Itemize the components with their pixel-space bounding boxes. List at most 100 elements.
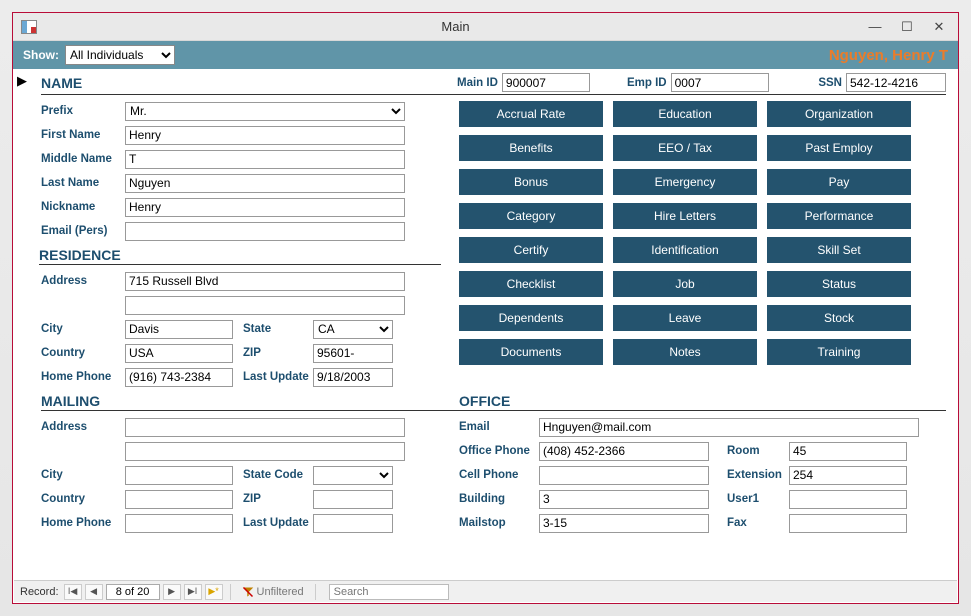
office-user1-input[interactable] <box>789 490 907 509</box>
nav-pay[interactable]: Pay <box>767 169 911 195</box>
office-building-input[interactable] <box>539 490 709 509</box>
mail-lastupdate-label: Last Update <box>233 517 313 529</box>
nav-training[interactable]: Training <box>767 339 911 365</box>
mail-statecode-select[interactable] <box>313 466 393 485</box>
main-id-group: Main ID <box>457 73 607 92</box>
record-new-button[interactable]: ▶* <box>205 584 223 600</box>
ssn-label: SSN <box>818 77 842 89</box>
nav-education[interactable]: Education <box>613 101 757 127</box>
window-controls: — ☐ ✕ <box>866 18 958 36</box>
res-zip-input[interactable] <box>313 344 393 363</box>
emp-id-input[interactable] <box>671 73 769 92</box>
nav-accrual-rate[interactable]: Accrual Rate <box>459 101 603 127</box>
nickname-label: Nickname <box>41 201 125 213</box>
emp-id-label: Emp ID <box>627 77 667 89</box>
nav-dependents[interactable]: Dependents <box>459 305 603 331</box>
nav-documents[interactable]: Documents <box>459 339 603 365</box>
titlebar: Main — ☐ ✕ <box>13 13 958 41</box>
res-address2-input[interactable] <box>125 296 405 315</box>
office-cellphone-input[interactable] <box>539 466 709 485</box>
form-content: ▶ NAME Main ID Emp ID SSN Prefix Mr. Fi <box>13 69 958 539</box>
office-column: Email Office Phone Room Cell Phone Exten… <box>459 415 946 535</box>
filter-text: Unfiltered <box>257 586 304 598</box>
res-zip-label: ZIP <box>233 347 313 359</box>
mail-zip-label: ZIP <box>233 493 313 505</box>
mail-city-label: City <box>41 469 125 481</box>
office-fax-input[interactable] <box>789 514 907 533</box>
name-section-title: NAME <box>41 75 457 91</box>
ssn-group: SSN <box>818 73 946 92</box>
office-room-label: Room <box>727 445 789 457</box>
prefix-label: Prefix <box>41 105 125 117</box>
mail-zip-input[interactable] <box>313 490 393 509</box>
res-city-label: City <box>41 323 125 335</box>
main-window: Main — ☐ ✕ Show: All Individuals Nguyen,… <box>12 12 959 604</box>
emp-id-group: Emp ID <box>627 73 787 92</box>
office-extension-input[interactable] <box>789 466 907 485</box>
mail-address2-input[interactable] <box>125 442 405 461</box>
nav-skill-set[interactable]: Skill Set <box>767 237 911 263</box>
nav-leave[interactable]: Leave <box>613 305 757 331</box>
minimize-button[interactable]: — <box>866 18 884 36</box>
nav-bonus[interactable]: Bonus <box>459 169 603 195</box>
mail-statecode-label: State Code <box>233 469 313 481</box>
mail-city-input[interactable] <box>125 466 233 485</box>
office-phone-input[interactable] <box>539 442 709 461</box>
office-mailstop-input[interactable] <box>539 514 709 533</box>
emailpers-label: Email (Pers) <box>41 225 125 237</box>
nav-benefits[interactable]: Benefits <box>459 135 603 161</box>
nav-past-employ[interactable]: Past Employ <box>767 135 911 161</box>
res-lastupdate-input[interactable] <box>313 368 393 387</box>
nav-checklist[interactable]: Checklist <box>459 271 603 297</box>
maximize-button[interactable]: ☐ <box>898 18 916 36</box>
nav-category[interactable]: Category <box>459 203 603 229</box>
emailpers-input[interactable] <box>125 222 405 241</box>
nav-performance[interactable]: Performance <box>767 203 911 229</box>
office-email-input[interactable] <box>539 418 919 437</box>
nav-stock[interactable]: Stock <box>767 305 911 331</box>
show-select[interactable]: All Individuals <box>65 45 175 65</box>
res-homephone-input[interactable] <box>125 368 233 387</box>
close-button[interactable]: ✕ <box>930 18 948 36</box>
record-last-button[interactable]: ▶I <box>184 584 202 600</box>
record-search-input[interactable] <box>329 584 449 600</box>
res-address1-input[interactable] <box>125 272 405 291</box>
nav-status[interactable]: Status <box>767 271 911 297</box>
office-room-input[interactable] <box>789 442 907 461</box>
nav-emergency[interactable]: Emergency <box>613 169 757 195</box>
record-first-button[interactable]: I◀ <box>64 584 82 600</box>
office-building-label: Building <box>459 493 539 505</box>
lastname-input[interactable] <box>125 174 405 193</box>
ssn-input[interactable] <box>846 73 946 92</box>
firstname-input[interactable] <box>125 126 405 145</box>
record-prev-button[interactable]: ◀ <box>85 584 103 600</box>
middlename-input[interactable] <box>125 150 405 169</box>
record-position-input[interactable] <box>106 584 160 600</box>
nav-notes[interactable]: Notes <box>613 339 757 365</box>
nickname-input[interactable] <box>125 198 405 217</box>
nav-certify[interactable]: Certify <box>459 237 603 263</box>
mail-country-input[interactable] <box>125 490 233 509</box>
office-cellphone-label: Cell Phone <box>459 469 539 481</box>
nav-identification[interactable]: Identification <box>613 237 757 263</box>
res-country-input[interactable] <box>125 344 233 363</box>
mail-lastupdate-input[interactable] <box>313 514 393 533</box>
mail-address1-input[interactable] <box>125 418 405 437</box>
res-homephone-label: Home Phone <box>41 371 125 383</box>
main-id-input[interactable] <box>502 73 590 92</box>
nav-eeo-tax[interactable]: EEO / Tax <box>613 135 757 161</box>
record-next-button[interactable]: ▶ <box>163 584 181 600</box>
res-country-label: Country <box>41 347 125 359</box>
res-state-label: State <box>233 323 313 335</box>
nav-hire-letters[interactable]: Hire Letters <box>613 203 757 229</box>
nav-job[interactable]: Job <box>613 271 757 297</box>
nav-organization[interactable]: Organization <box>767 101 911 127</box>
filter-icon <box>242 586 254 598</box>
res-state-select[interactable]: CA <box>313 320 393 339</box>
res-city-input[interactable] <box>125 320 233 339</box>
prefix-select[interactable]: Mr. <box>125 102 405 121</box>
mail-homephone-input[interactable] <box>125 514 233 533</box>
filter-status[interactable]: Unfiltered <box>238 586 308 598</box>
record-search <box>329 584 449 600</box>
mail-country-label: Country <box>41 493 125 505</box>
